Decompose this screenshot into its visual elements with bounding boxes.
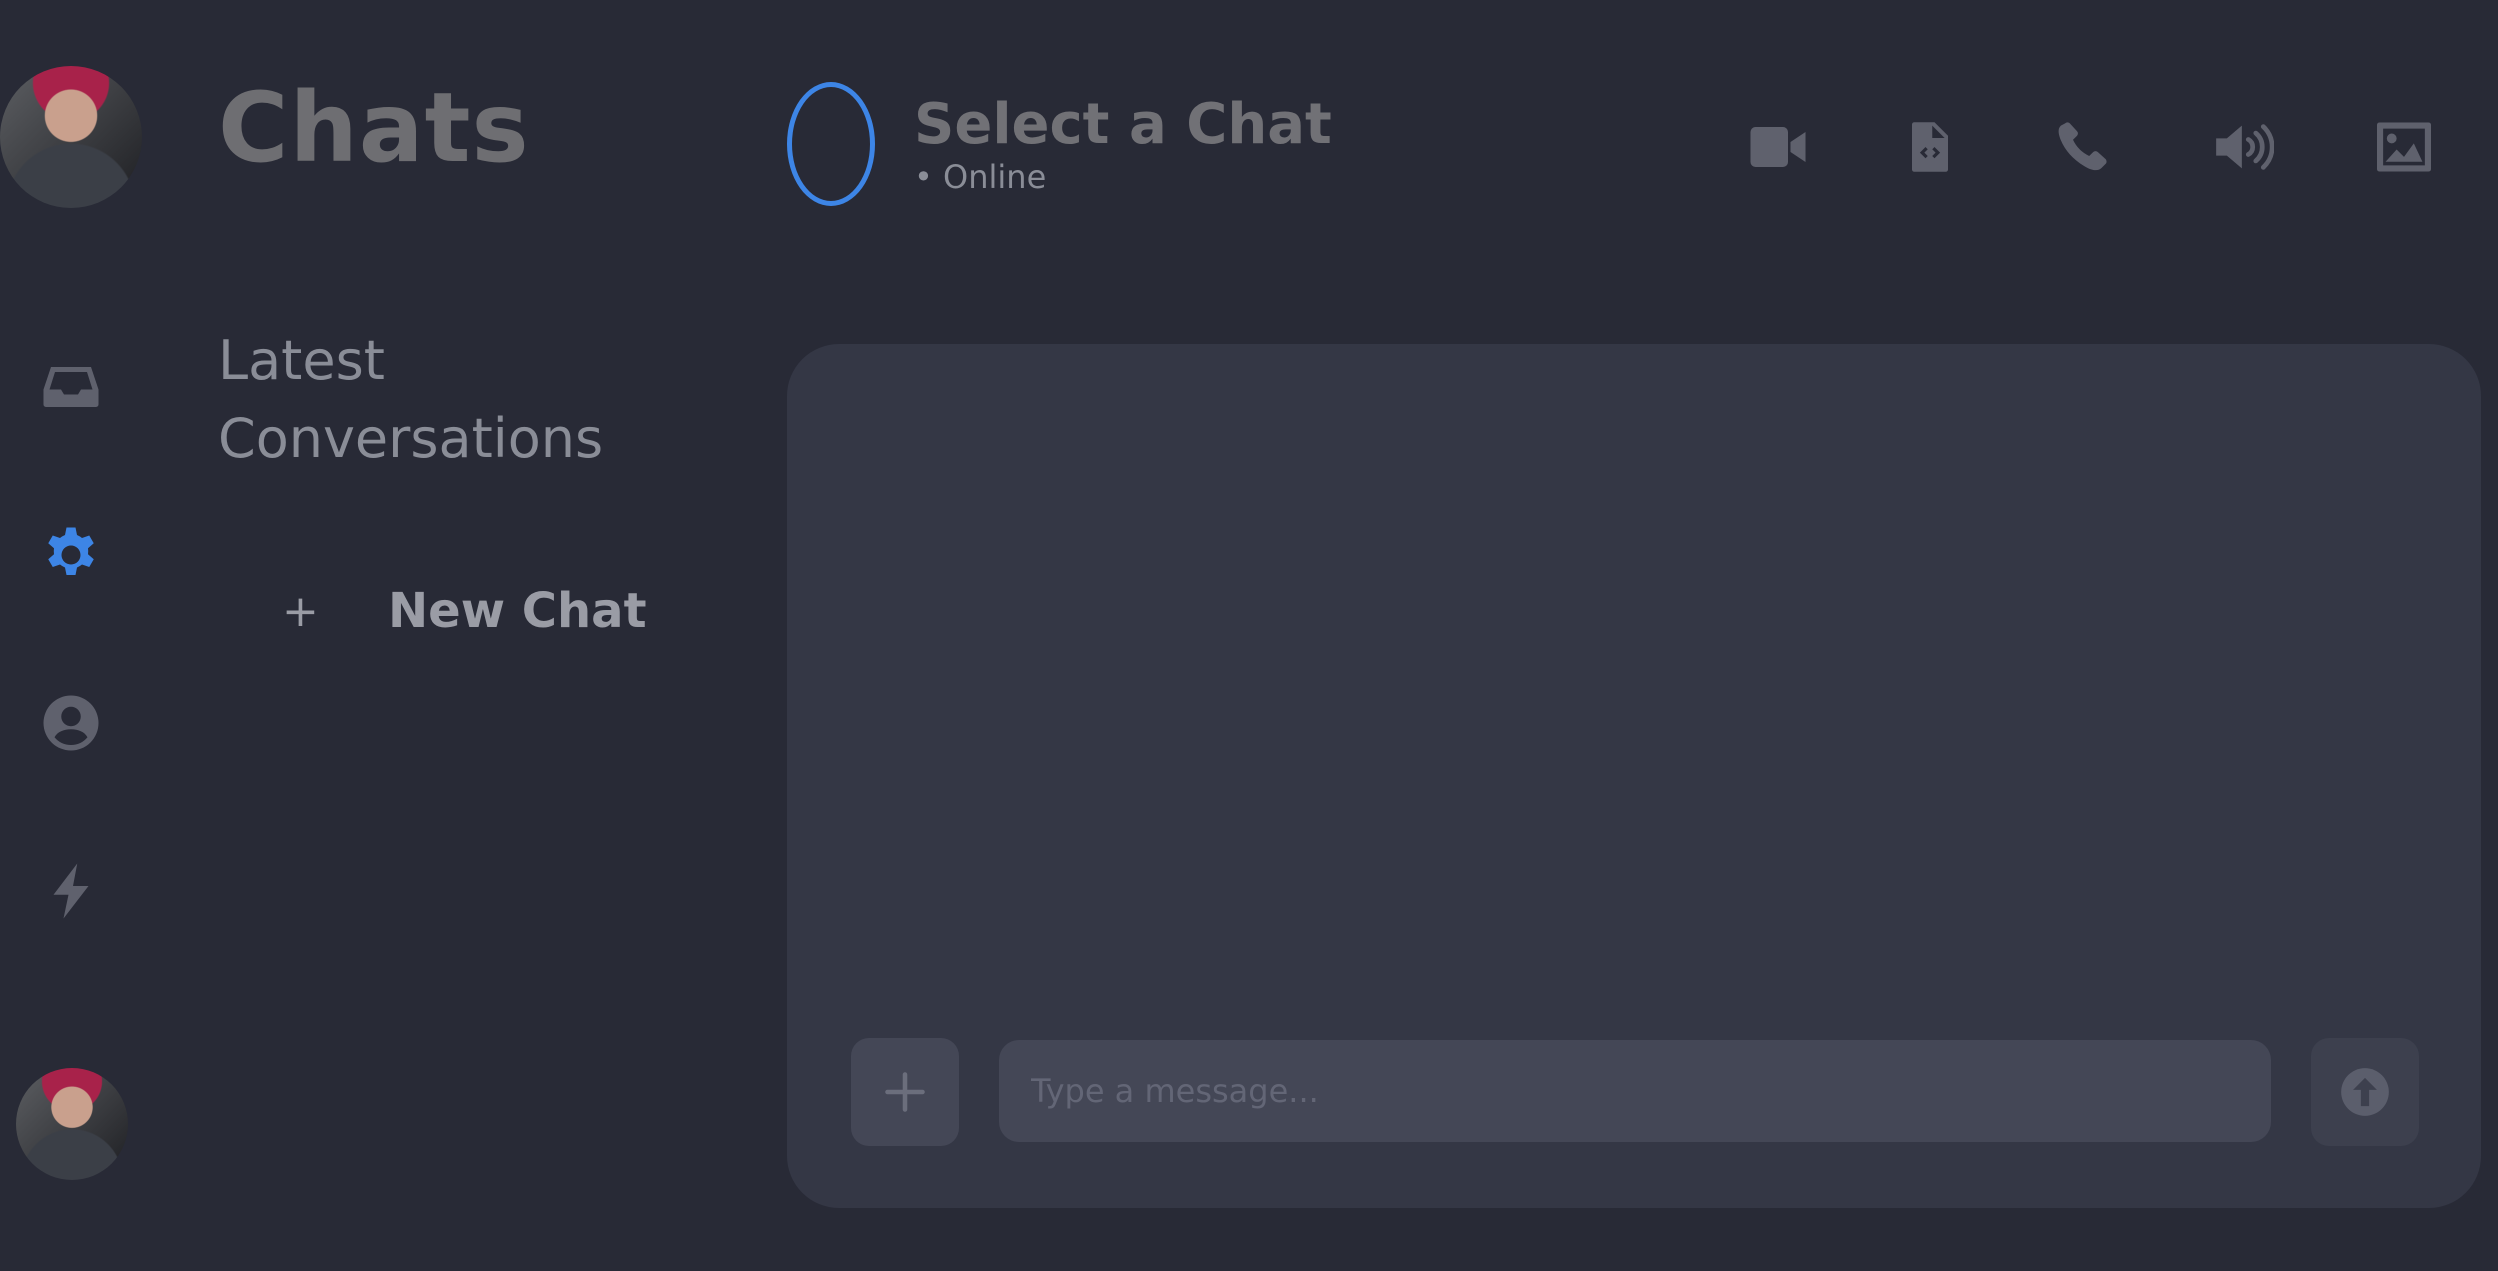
left-rail xyxy=(0,0,142,1271)
bolt-icon[interactable] xyxy=(38,858,104,924)
contact-name: Select a Chat xyxy=(914,92,1332,157)
chat-app: Chats Latest Conversations + New Chat Se… xyxy=(0,0,2498,1271)
page-title: Chats xyxy=(218,72,530,184)
speaker-icon[interactable] xyxy=(2204,112,2284,182)
plus-icon xyxy=(885,1072,925,1112)
send-button[interactable] xyxy=(2311,1038,2419,1146)
message-input[interactable] xyxy=(999,1040,2271,1142)
arrow-up-icon xyxy=(2341,1068,2389,1116)
phone-icon[interactable] xyxy=(2042,112,2122,182)
video-icon[interactable] xyxy=(1738,112,1818,182)
plus-icon: + xyxy=(282,585,319,637)
image-icon[interactable] xyxy=(2364,112,2444,182)
gear-icon[interactable] xyxy=(38,522,104,588)
avatar[interactable] xyxy=(0,66,142,208)
message-panel xyxy=(787,344,2481,1208)
user-circle-icon[interactable] xyxy=(38,690,104,756)
status-badge: • Online xyxy=(914,158,1047,196)
avatar[interactable] xyxy=(16,1068,128,1180)
new-chat-label: New Chat xyxy=(388,583,647,639)
inbox-icon[interactable] xyxy=(38,354,104,420)
section-heading: Latest Conversations xyxy=(218,329,604,470)
attach-button[interactable] xyxy=(851,1038,959,1146)
contact-avatar[interactable] xyxy=(787,82,875,206)
new-chat-button[interactable]: + New Chat xyxy=(282,574,647,648)
code-file-icon[interactable] xyxy=(1890,112,1970,182)
